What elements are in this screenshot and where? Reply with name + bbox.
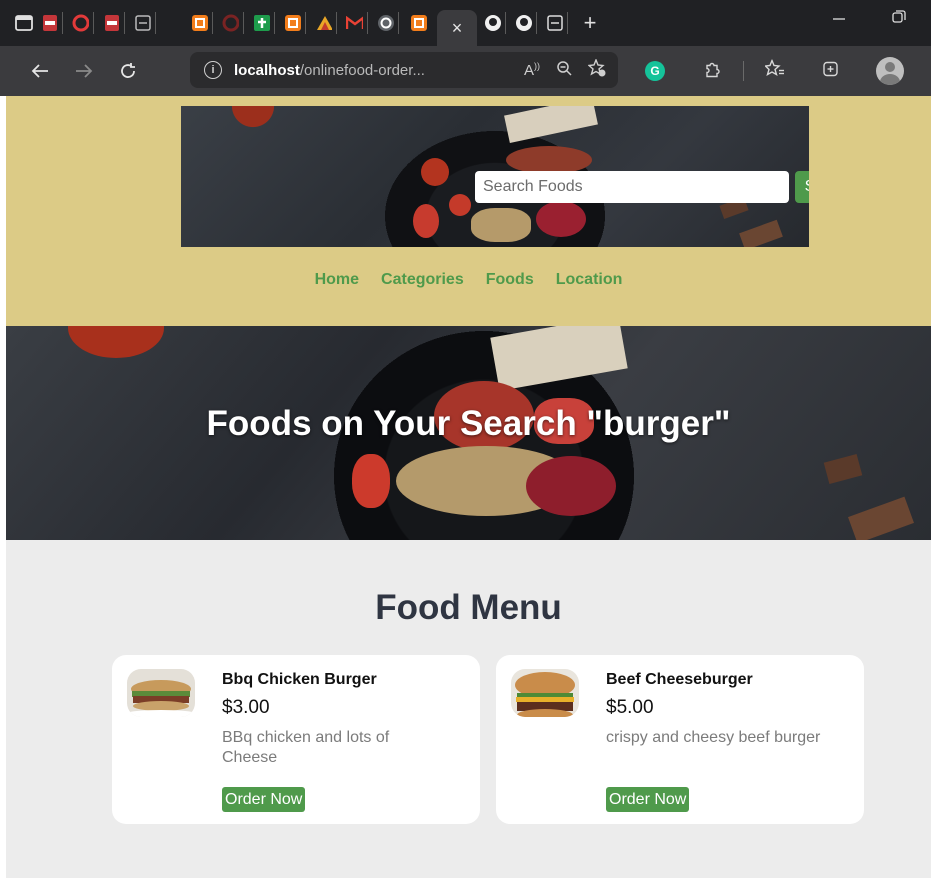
hero-berries [526, 456, 616, 516]
header-banner-image: Search Foods Search [181, 106, 809, 247]
hero-note [490, 326, 628, 391]
tab-xampp-icon[interactable] [284, 12, 306, 34]
tab-page-icon[interactable] [134, 12, 156, 34]
banner-chocolate [739, 219, 783, 247]
address-path: /onlinefood-order... [299, 61, 425, 79]
search-button[interactable]: Search [795, 171, 809, 203]
extensions-icon[interactable] [703, 60, 721, 83]
food-description: crispy and cheesy beef burger [606, 729, 821, 746]
hero-orange-slice [68, 326, 164, 358]
food-menu-title: Food Menu [375, 588, 562, 627]
address-bar[interactable]: i localhost/onlinefood-order... A)) [190, 52, 618, 88]
hero-strawberry [352, 454, 390, 508]
restore-icon[interactable] [892, 10, 906, 29]
tab-pdf-icon[interactable] [41, 12, 63, 34]
search-input[interactable]: Search Foods [475, 171, 789, 203]
hero-chocolate [848, 496, 914, 540]
food-name: Bbq Chicken Burger [222, 671, 377, 688]
address-actions: A)) [524, 52, 618, 88]
food-card: Bbq Chicken Burger $3.00 BBq chicken and… [112, 655, 480, 824]
zoom-out-icon[interactable] [556, 60, 572, 80]
site-header: Search Foods Search Home Categories Food… [6, 96, 931, 326]
back-icon[interactable] [18, 53, 62, 89]
address-host: localhost [234, 61, 300, 79]
address-bar-row: i localhost/onlinefood-order... A)) G [0, 46, 931, 96]
tab-actions-icon[interactable] [13, 12, 35, 34]
new-tab-button[interactable]: + [574, 10, 606, 36]
favorites-icon[interactable] [763, 58, 785, 83]
tab-opera-icon[interactable] [222, 12, 244, 34]
food-image-bbq-chicken-burger [127, 669, 195, 717]
browser-tab-bar: × + [0, 0, 931, 46]
tab-github-icon[interactable] [515, 12, 537, 34]
order-now-button[interactable]: Order Now [606, 787, 690, 812]
nav-link-home[interactable]: Home [315, 271, 359, 289]
banner-berry [421, 158, 449, 186]
food-description: BBq chicken and lots of Cheese [222, 729, 390, 766]
tab-xampp-icon[interactable] [408, 12, 430, 34]
tab-xampp-icon[interactable] [191, 12, 213, 34]
nav-link-foods[interactable]: Foods [486, 271, 534, 289]
tab-green-app-icon[interactable] [253, 12, 275, 34]
banner-berry [449, 194, 471, 216]
tab-page-icon[interactable] [546, 12, 568, 34]
tab-close-button[interactable]: × [437, 10, 477, 46]
banner-berries [536, 201, 586, 237]
main-nav: Home Categories Foods Location [6, 271, 931, 289]
tab-google-icon[interactable] [377, 12, 399, 34]
toolbar-divider [743, 61, 744, 81]
banner-orange [506, 146, 592, 174]
add-favorite-icon[interactable] [587, 58, 606, 81]
order-now-button[interactable]: Order Now [222, 787, 306, 812]
tab-pdf-icon[interactable] [103, 12, 125, 34]
nav-link-categories[interactable]: Categories [381, 271, 464, 289]
plus-icon[interactable]: + [584, 10, 597, 36]
collections-icon[interactable] [821, 60, 839, 83]
minimize-icon[interactable] [832, 10, 846, 29]
food-image-beef-cheeseburger [511, 669, 579, 717]
forward-icon[interactable] [62, 53, 106, 89]
tab-github-icon[interactable] [484, 12, 506, 34]
banner-note [504, 106, 598, 144]
banner-granola [471, 208, 531, 242]
profile-avatar-icon[interactable] [876, 57, 904, 85]
tab-stack-icon[interactable] [315, 12, 337, 34]
hero-title: Foods on Your Search "burger" [206, 404, 731, 443]
reload-icon[interactable] [106, 53, 150, 89]
hero-section: Foods on Your Search "burger" [6, 326, 931, 540]
banner-strawberry [413, 204, 439, 238]
web-page: Search Foods Search Home Categories Food… [6, 96, 931, 878]
hero-chocolate [823, 453, 863, 485]
read-aloud-icon[interactable]: A)) [524, 61, 540, 79]
grammarly-icon[interactable]: G [645, 61, 665, 81]
food-name: Beef Cheeseburger [606, 671, 753, 688]
nav-link-location[interactable]: Location [556, 271, 623, 289]
food-price: $5.00 [606, 697, 654, 718]
tab-gmail-icon[interactable] [346, 12, 368, 34]
tab-opera-icon[interactable] [72, 12, 94, 34]
food-price: $3.00 [222, 697, 270, 718]
food-card: Beef Cheeseburger $5.00 crispy and chees… [496, 655, 864, 824]
close-icon[interactable]: × [452, 18, 463, 39]
site-info-icon[interactable]: i [204, 61, 222, 79]
